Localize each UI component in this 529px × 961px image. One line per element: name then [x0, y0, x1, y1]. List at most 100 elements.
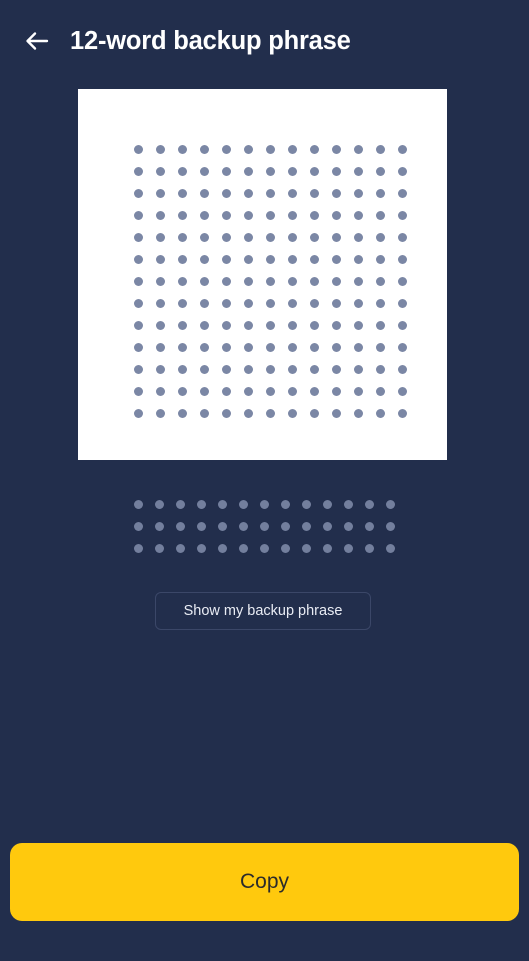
grid-dot: [155, 210, 165, 220]
grid-dot: [155, 342, 165, 352]
grid-dot: [353, 210, 363, 220]
grid-dot: [353, 232, 363, 242]
grid-dot: [375, 386, 385, 396]
back-button[interactable]: [14, 18, 60, 64]
grid-dot: [199, 232, 209, 242]
grid-dot: [155, 144, 165, 154]
grid-dot: [281, 543, 290, 553]
grid-dot: [309, 210, 319, 220]
grid-dot: [177, 342, 187, 352]
grid-dot: [221, 342, 231, 352]
grid-dot: [197, 521, 206, 531]
grid-dot: [287, 188, 297, 198]
grid-dot: [199, 320, 209, 330]
grid-dot: [177, 364, 187, 374]
grid-dot: [331, 298, 341, 308]
grid-dot: [309, 320, 319, 330]
grid-dot: [353, 342, 363, 352]
grid-dot: [177, 210, 187, 220]
grid-dot: [331, 320, 341, 330]
grid-dot: [155, 320, 165, 330]
grid-dot: [344, 521, 353, 531]
grid-dot: [218, 499, 227, 509]
grid-dot: [243, 408, 253, 418]
grid-dot: [287, 320, 297, 330]
grid-dot: [177, 232, 187, 242]
grid-dot: [243, 276, 253, 286]
grid-dot: [177, 386, 187, 396]
grid-dot: [397, 386, 407, 396]
grid-dot: [221, 210, 231, 220]
grid-dot: [239, 499, 248, 509]
page-title: 12-word backup phrase: [70, 26, 351, 55]
show-backup-phrase-button[interactable]: Show my backup phrase: [155, 592, 371, 630]
grid-dot: [375, 298, 385, 308]
grid-dot: [302, 499, 311, 509]
grid-dot: [375, 166, 385, 176]
grid-dot: [331, 276, 341, 286]
grid-dot: [197, 499, 206, 509]
grid-dot: [133, 364, 143, 374]
grid-dot: [221, 166, 231, 176]
grid-dot: [177, 144, 187, 154]
grid-dot: [177, 298, 187, 308]
grid-dot: [331, 210, 341, 220]
grid-dot: [331, 408, 341, 418]
grid-dot: [353, 144, 363, 154]
grid-dot: [375, 232, 385, 242]
grid-dot: [397, 364, 407, 374]
grid-dot: [353, 364, 363, 374]
grid-dot: [177, 276, 187, 286]
grid-dot: [397, 320, 407, 330]
grid-dot: [386, 521, 395, 531]
grid-dot: [331, 254, 341, 264]
grid-dot: [265, 144, 275, 154]
grid-dot: [177, 254, 187, 264]
grid-dot: [221, 386, 231, 396]
grid-dot: [353, 386, 363, 396]
grid-dot: [265, 320, 275, 330]
grid-dot: [243, 342, 253, 352]
grid-dot: [177, 408, 187, 418]
grid-dot: [243, 298, 253, 308]
grid-dot: [397, 276, 407, 286]
grid-dot: [243, 386, 253, 396]
grid-dot: [287, 276, 297, 286]
grid-dot: [265, 342, 275, 352]
grid-dot: [243, 320, 253, 330]
grid-dot: [287, 144, 297, 154]
grid-dot: [243, 210, 253, 220]
grid-dot: [397, 144, 407, 154]
grid-dot: [199, 254, 209, 264]
grid-dot: [375, 364, 385, 374]
grid-dot: [243, 364, 253, 374]
grid-dot: [353, 320, 363, 330]
grid-dot: [221, 232, 231, 242]
grid-dot: [287, 364, 297, 374]
grid-dot: [265, 232, 275, 242]
grid-dot: [397, 408, 407, 418]
grid-dot: [265, 210, 275, 220]
grid-dot: [309, 188, 319, 198]
grid-dot: [331, 144, 341, 154]
grid-dot: [177, 188, 187, 198]
grid-dot: [133, 254, 143, 264]
grid-dot: [199, 166, 209, 176]
grid-dot: [199, 298, 209, 308]
grid-dot: [260, 499, 269, 509]
grid-dot: [309, 386, 319, 396]
grid-dot: [199, 364, 209, 374]
grid-dot: [309, 342, 319, 352]
copy-button[interactable]: Copy: [10, 843, 519, 921]
grid-dot: [309, 408, 319, 418]
qr-code-card: [78, 89, 447, 460]
grid-dot: [309, 254, 319, 264]
grid-dot: [218, 521, 227, 531]
grid-dot: [397, 166, 407, 176]
grid-dot: [221, 254, 231, 264]
grid-dot: [323, 499, 332, 509]
grid-dot: [287, 342, 297, 352]
masked-backup-phrase: [128, 493, 401, 559]
grid-dot: [239, 543, 248, 553]
grid-dot: [265, 364, 275, 374]
